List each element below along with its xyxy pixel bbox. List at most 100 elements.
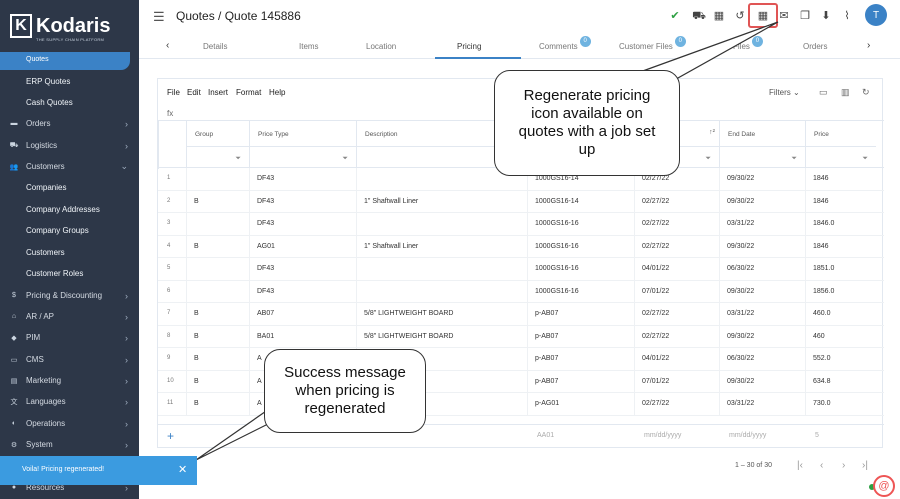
download-icon[interactable]: ⬇ <box>819 9 833 23</box>
cell-price-type[interactable]: A <box>257 400 262 407</box>
filter-icon[interactable]: ⏷ <box>705 155 711 163</box>
cell-price[interactable]: 1846 <box>813 243 829 250</box>
last-page-icon[interactable]: ›| <box>862 460 868 471</box>
cell-end-date[interactable]: 09/30/22 <box>727 175 754 182</box>
tabs-prev-arrow-icon[interactable]: ‹ <box>166 40 169 51</box>
cell-end-date[interactable]: 09/30/22 <box>727 288 754 295</box>
next-page-icon[interactable]: › <box>842 460 845 471</box>
cell-price-type[interactable]: AB07 <box>257 310 274 317</box>
cell-group[interactable]: B <box>194 198 199 205</box>
cell-group[interactable]: B <box>194 355 199 362</box>
cell-end-date[interactable]: 03/31/22 <box>727 400 754 407</box>
tabs-next-arrow-icon[interactable]: › <box>867 40 870 51</box>
cell-start-date[interactable]: 04/01/22 <box>642 355 669 362</box>
menu-edit[interactable]: Edit <box>187 88 201 97</box>
new-row[interactable]: + AA01 mm/dd/yyyy mm/dd/yyyy 5 <box>158 424 884 448</box>
cell-start-date[interactable]: 02/27/22 <box>642 310 669 317</box>
filter-icon[interactable]: ⏷ <box>791 155 797 163</box>
filters-dropdown[interactable]: Filters ⌄ <box>769 88 800 97</box>
add-row-icon[interactable]: + <box>167 429 174 443</box>
cell-item[interactable]: 1000GS16-14 <box>535 175 579 182</box>
cell-description[interactable]: 5/8" LIGHTWEIGHT BOARD <box>364 310 453 317</box>
prev-page-icon[interactable]: ‹ <box>820 460 823 471</box>
cell-price[interactable]: 1851.0 <box>813 265 834 272</box>
help-chat-icon[interactable]: @ <box>873 475 895 497</box>
tab-orders[interactable]: Orders <box>803 42 827 51</box>
cell-end-date[interactable]: 09/30/22 <box>727 333 754 340</box>
tab-comments[interactable]: Comments 0 <box>539 36 591 51</box>
cell-item[interactable]: 1000GS16-16 <box>535 243 579 250</box>
mail-icon[interactable]: ✉ <box>777 9 791 23</box>
table-row[interactable]: 4 B AG01 1" Shaftwall Liner 1000GS16-16 02/27… <box>158 235 884 258</box>
cell-price[interactable]: 552.0 <box>813 355 831 362</box>
new-row-end-date[interactable]: mm/dd/yyyy <box>729 432 766 439</box>
tab-customer-files[interactable]: Customer Files 0 <box>619 36 686 51</box>
sidebar-item-customers[interactable]: 👥 Customers ⌄ <box>0 156 139 177</box>
col-header-group[interactable]: Group ⏷ <box>186 121 249 169</box>
cell-item[interactable]: p-AB07 <box>535 378 558 385</box>
col-header-end-date[interactable]: End Date ⏷ <box>719 121 805 169</box>
sidebar-item-marketing[interactable]: ▤ Marketing › <box>0 370 139 391</box>
cell-price[interactable]: 460.0 <box>813 310 831 317</box>
cell-price[interactable]: 1846.0 <box>813 220 834 227</box>
sidebar-item-erp-quotes[interactable]: ERP Quotes <box>0 71 139 92</box>
table-row[interactable]: 8 B BA01 5/8" LIGHTWEIGHT BOARD p-AB07 02/27/… <box>158 325 884 348</box>
cell-price[interactable]: 1856.0 <box>813 288 834 295</box>
sidebar-item-ar-ap[interactable]: ⌂ AR / AP › <box>0 306 139 327</box>
cell-start-date[interactable]: 02/27/22 <box>642 400 669 407</box>
first-page-icon[interactable]: |‹ <box>797 460 803 471</box>
table-row[interactable]: 7 B AB07 5/8" LIGHTWEIGHT BOARD p-AB07 02/27/… <box>158 303 884 326</box>
cell-item[interactable]: p-AB07 <box>535 310 558 317</box>
cell-item[interactable]: 1000GS16-16 <box>535 288 579 295</box>
cell-price-type[interactable]: AG01 <box>257 243 275 250</box>
cell-start-date[interactable]: 02/27/22 <box>642 333 669 340</box>
cell-item[interactable]: 1000GS16-16 <box>535 265 579 272</box>
menu-insert[interactable]: Insert <box>208 88 228 97</box>
cell-start-date[interactable]: 02/27/22 <box>642 198 669 205</box>
cell-end-date[interactable]: 09/30/22 <box>727 243 754 250</box>
cell-price-type[interactable]: BA01 <box>257 333 274 340</box>
approved-check-icon[interactable]: ✔ <box>668 9 682 23</box>
col-header-price[interactable]: Price ⏷ <box>805 121 876 169</box>
filter-icon[interactable]: ⏷ <box>235 155 241 163</box>
sidebar-item-operations[interactable]: ◐ Operations › <box>0 413 139 434</box>
cell-start-date[interactable]: 07/01/22 <box>642 288 669 295</box>
cell-price-type[interactable]: A <box>257 378 262 385</box>
cell-start-date[interactable]: 02/27/22 <box>642 175 669 182</box>
cell-price[interactable]: 634.8 <box>813 378 831 385</box>
close-icon[interactable]: ✕ <box>178 463 187 476</box>
cell-item[interactable]: p-AB07 <box>535 333 558 340</box>
table-row[interactable]: 3 DF43 1000GS16-16 02/27/22 03/31/22 1846.0 <box>158 213 884 236</box>
cell-start-date[interactable]: 02/27/22 <box>642 220 669 227</box>
sidebar-item-cms[interactable]: ▭ CMS › <box>0 349 139 370</box>
cell-price[interactable]: 1846 <box>813 198 829 205</box>
cell-price[interactable]: 460 <box>813 333 825 340</box>
cell-group[interactable]: B <box>194 243 199 250</box>
table-row[interactable]: 6 DF43 1000GS16-16 07/01/22 09/30/22 1856.0 <box>158 280 884 303</box>
truck-icon[interactable]: ⛟ <box>692 9 706 23</box>
new-row-item[interactable]: AA01 <box>537 432 554 439</box>
cell-end-date[interactable]: 09/30/22 <box>727 198 754 205</box>
filter-icon[interactable]: ⏷ <box>862 155 868 163</box>
sidebar-item-languages[interactable]: 文 Languages › <box>0 391 139 412</box>
cell-price-type[interactable]: DF43 <box>257 198 274 205</box>
tab-pricing[interactable]: Pricing <box>457 42 481 51</box>
card-view-icon[interactable]: ▭ <box>819 87 828 98</box>
refresh-icon[interactable]: ↻ <box>862 87 870 98</box>
tab-items[interactable]: Items <box>299 42 319 51</box>
cell-price-type[interactable]: DF43 <box>257 220 274 227</box>
regenerate-pricing-icon[interactable]: ▦ <box>756 9 770 23</box>
cell-group[interactable]: B <box>194 333 199 340</box>
cell-item[interactable]: 1000GS16-16 <box>535 220 579 227</box>
cell-price-type[interactable]: DF43 <box>257 265 274 272</box>
hamburger-menu-icon[interactable]: ☰ <box>153 9 165 25</box>
sidebar-item-customers[interactable]: Customers <box>0 242 139 263</box>
menu-help[interactable]: Help <box>269 88 285 97</box>
new-row-start-date[interactable]: mm/dd/yyyy <box>644 432 681 439</box>
cell-end-date[interactable]: 09/30/22 <box>727 378 754 385</box>
cell-group[interactable]: B <box>194 378 199 385</box>
cell-group[interactable]: B <box>194 310 199 317</box>
cell-description[interactable]: 1" Shaftwall Liner <box>364 243 418 250</box>
menu-format[interactable]: Format <box>236 88 261 97</box>
cell-price[interactable]: 1846 <box>813 175 829 182</box>
